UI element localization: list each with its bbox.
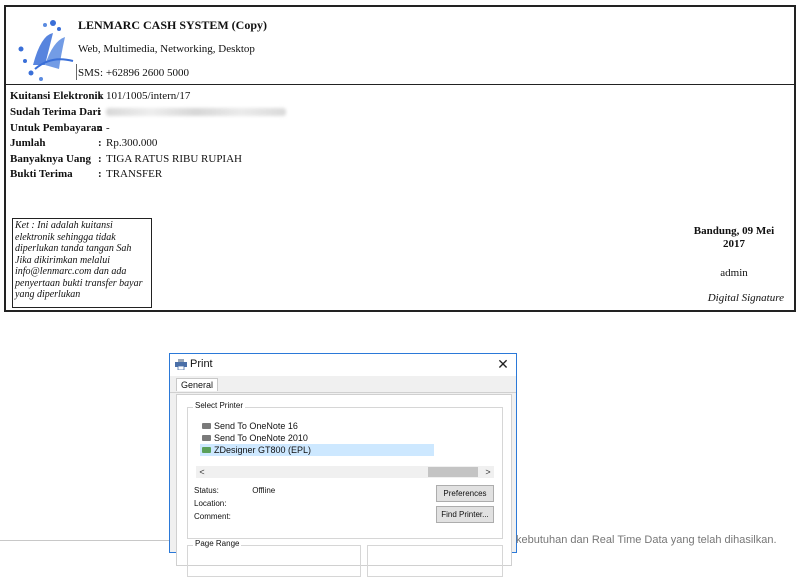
printer-item[interactable]: Send To OneNote 2010 xyxy=(200,432,434,444)
printer-item-selected[interactable]: ZDesigner GT800 (EPL) xyxy=(200,444,434,456)
signature-label: Digital Signature xyxy=(707,292,784,304)
location-label: Location: xyxy=(194,499,227,508)
printer-icon xyxy=(202,435,211,441)
field-label: Banyaknya Uang xyxy=(10,153,92,165)
printer-icon xyxy=(175,359,187,370)
field-value: Rp.300.000 xyxy=(106,137,158,149)
scroll-right-icon[interactable]: > xyxy=(482,466,494,478)
select-printer-group: Select Printer Send To OneNote 16 Send T… xyxy=(187,401,503,539)
receipt-note: Ket : Ini adalah kuitansi elektronik seh… xyxy=(12,218,152,308)
field-colon: : xyxy=(98,106,102,118)
copies-group xyxy=(367,545,503,577)
field-label: Jumlah xyxy=(10,137,46,149)
page-divider xyxy=(0,540,169,541)
field-colon: : xyxy=(98,153,102,165)
field-value: TIGA RATUS RIBU RUPIAH xyxy=(106,153,242,165)
printer-list: Send To OneNote 16 Send To OneNote 2010 … xyxy=(200,420,434,456)
company-sms: SMS: +62896 2600 5000 xyxy=(78,67,190,79)
field-colon: : xyxy=(98,137,102,149)
company-subtitle: Web, Multimedia, Networking, Desktop xyxy=(78,43,255,55)
header-rule xyxy=(6,84,794,85)
company-title: LENMARC CASH SYSTEM (Copy) xyxy=(78,18,268,32)
printer-icon xyxy=(202,423,211,429)
field-label: Kuitansi Elektronik xyxy=(10,90,104,102)
preferences-button[interactable]: Preferences xyxy=(436,485,494,502)
signature-date: Bandung, 09 Mei 2017 xyxy=(693,225,775,250)
header-separator xyxy=(76,64,77,80)
printer-name: ZDesigner GT800 (EPL) xyxy=(214,445,312,455)
field-label: Untuk Pembayaran xyxy=(10,122,103,134)
dialog-title: Print xyxy=(190,358,213,370)
printer-name: Send To OneNote 2010 xyxy=(214,433,308,443)
printer-name: Send To OneNote 16 xyxy=(214,421,298,431)
field-value: - xyxy=(106,122,110,134)
find-printer-button[interactable]: Find Printer... xyxy=(436,506,494,523)
printer-default-icon xyxy=(202,447,211,453)
field-value: TRANSFER xyxy=(106,168,163,180)
field-label: Bukti Terima xyxy=(10,168,73,180)
tab-general[interactable]: General xyxy=(176,378,219,391)
background-article-text: kebutuhan dan Real Time Data yang telah … xyxy=(516,534,777,546)
status-value: Offline xyxy=(252,486,276,495)
field-label: Sudah Terima Dari xyxy=(10,106,101,118)
field-value-redacted xyxy=(106,105,286,120)
lenmarc-logo xyxy=(18,20,74,81)
field-colon: : xyxy=(98,90,102,102)
field-colon: : xyxy=(98,168,102,180)
redacted-blur xyxy=(106,108,286,116)
close-icon[interactable]: ✕ xyxy=(495,356,511,372)
printer-list-scrollbar[interactable]: < > xyxy=(196,466,494,478)
dialog-titlebar[interactable]: Print ✕ xyxy=(170,354,516,376)
status-row: Status: Offline xyxy=(194,486,275,495)
general-panel: Select Printer Send To OneNote 16 Send T… xyxy=(176,394,512,577)
field-colon: : xyxy=(98,122,102,134)
page-range-label: Page Range xyxy=(193,539,242,548)
select-printer-label: Select Printer xyxy=(193,401,246,410)
comment-row: Comment: xyxy=(194,512,250,521)
location-row: Location: xyxy=(194,499,250,508)
tab-strip: General xyxy=(170,376,516,393)
scroll-thumb[interactable] xyxy=(428,467,478,477)
status-label: Status: xyxy=(194,486,219,495)
printer-item[interactable]: Send To OneNote 16 xyxy=(200,420,434,432)
receipt: LENMARC CASH SYSTEM (Copy) Web, Multimed… xyxy=(4,5,796,312)
page-range-group: Page Range xyxy=(187,539,361,577)
comment-label: Comment: xyxy=(194,512,231,521)
print-dialog: Print ✕ General Select Printer Send To O… xyxy=(169,353,517,577)
field-value: 101/1005/intern/17 xyxy=(106,90,191,102)
scroll-left-icon[interactable]: < xyxy=(196,466,208,478)
signature-name: admin xyxy=(720,267,748,279)
